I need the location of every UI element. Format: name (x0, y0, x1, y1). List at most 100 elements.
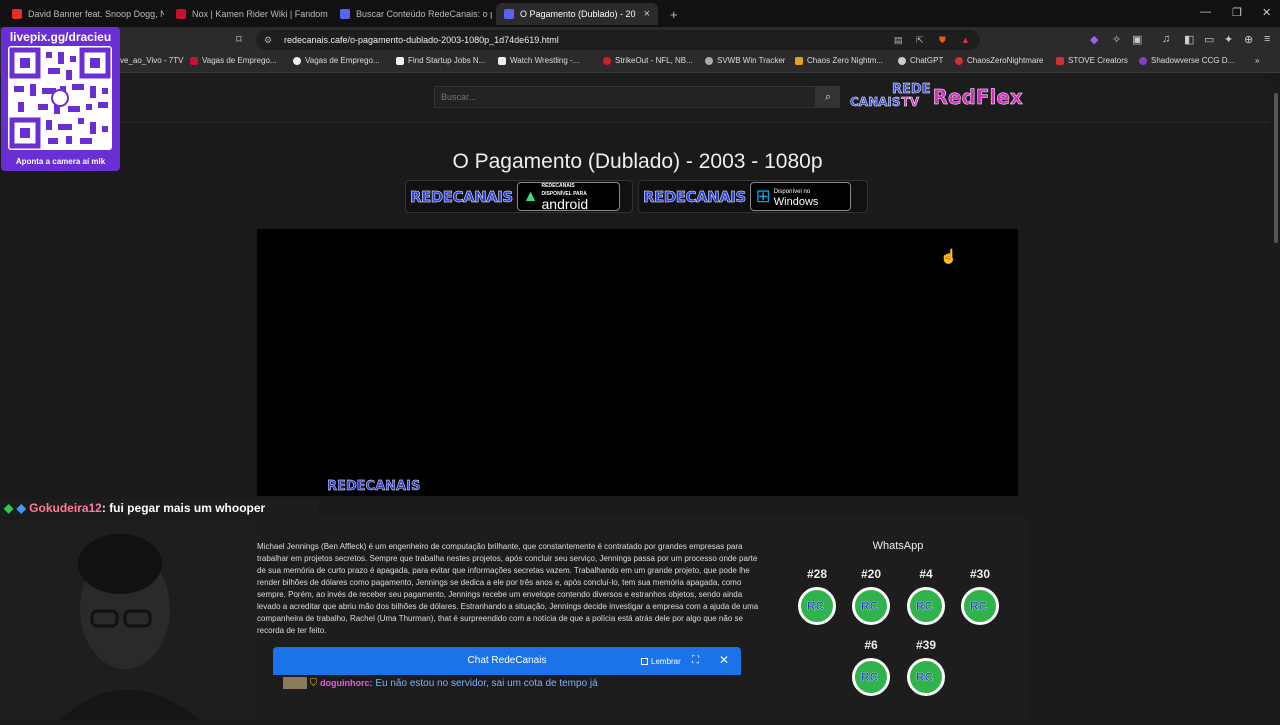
checkbox-icon (641, 658, 648, 665)
wa-icon-text: RC (861, 599, 879, 613)
whatsapp-group[interactable]: #28 RC (797, 567, 837, 625)
site-info-icon[interactable]: ⚙ (264, 30, 272, 50)
site-logo[interactable]: REDE CANAIS TV RedFlex (850, 83, 1023, 109)
bookmark-item[interactable]: ChaosZeroNightmare (955, 56, 1043, 65)
extensions-icon[interactable]: ✧ (1112, 33, 1121, 46)
bookmark-icon (396, 56, 404, 65)
plus-icon: + (670, 6, 678, 22)
close-chat-icon[interactable]: ✕ (719, 653, 729, 667)
bookmark-label: StrikeOut - NFL, NB... (615, 56, 693, 65)
bookmark-item[interactable]: ChatGPT (898, 56, 943, 65)
android-app-banner[interactable]: REDECANAIS ▲ REDECANAIS DISPONÍVEL PARA … (405, 180, 633, 213)
bookmark-label: Vagas de Emprego... (305, 56, 380, 65)
windows-small-text: Disponível no (773, 188, 811, 195)
bookmarks-overflow-icon[interactable]: » (1255, 56, 1259, 65)
bookmark-item[interactable]: Vagas de Emprego... (190, 56, 277, 65)
wa-icon-text: RC (807, 599, 825, 613)
split-view-icon[interactable]: ◧ (1184, 33, 1194, 46)
remember-label: Lembrar (651, 657, 681, 666)
close-window-icon[interactable]: ✕ (1262, 6, 1271, 19)
url-field[interactable]: ⚙ redecanais.cafe/o-pagamento-dublado-20… (256, 30, 980, 50)
page-scrollbar[interactable] (1272, 73, 1280, 720)
new-tab-button[interactable]: + (662, 3, 682, 25)
reader-mode-icon[interactable]: ▤ (894, 30, 903, 50)
wallet-icon[interactable]: ▭ (1204, 33, 1214, 46)
extension-icon[interactable]: ◆ (1090, 33, 1098, 46)
livepix-qr-overlay: livepix.gg/dracieu Aponta a camera aí ml… (1, 27, 120, 171)
vpn-icon[interactable]: ⊕ (1244, 33, 1253, 46)
bookmark-item[interactable]: SVWB Win Tracker (705, 56, 785, 65)
windows-app-banner[interactable]: REDECANAIS ⊞ Disponível no Windows (638, 180, 868, 213)
remember-checkbox[interactable]: Lembrar (641, 657, 681, 666)
bookmark-item[interactable]: Shadowverse CCG D... (1139, 56, 1234, 65)
windows-label: Windows (773, 195, 819, 208)
redecanais-icon (504, 9, 514, 19)
bookmark-item[interactable]: StrikeOut - NFL, NB... (603, 56, 693, 65)
badge-brand: REDECANAIS (643, 187, 747, 206)
close-tab-icon[interactable]: × (644, 8, 650, 20)
fandom-icon (176, 9, 186, 19)
expand-icon[interactable]: ⛶ (692, 655, 699, 666)
stream-chat-overlay: ◆ ◆ Gokudeira12: fui pegar mais um whoop… (0, 499, 318, 517)
qr-caption: Aponta a camera aí mlk (15, 157, 106, 166)
brave-rewards-icon[interactable]: ▲ (961, 30, 970, 50)
menu-icon[interactable]: ≡ (1264, 33, 1270, 45)
mouse-cursor-icon: ☝ (940, 248, 958, 264)
group-number: #30 (969, 567, 991, 581)
bookmark-item[interactable]: ve_ao_Vivo - 7TV (120, 56, 183, 65)
tab-youtube[interactable]: David Banner feat. Snoop Dogg, Nip (4, 3, 164, 25)
bookmark-icon (955, 56, 963, 65)
whatsapp-icon: RC (852, 587, 890, 625)
movie-description: Michael Jennings (Ben Affleck) é um enge… (257, 542, 759, 635)
bookmark-icon (795, 56, 803, 65)
bookmark-item[interactable]: Watch Wrestling -... (498, 56, 579, 65)
brave-shield-icon[interactable]: ⛊ (939, 30, 946, 50)
share-icon[interactable]: ⇱ (916, 30, 924, 50)
whatsapp-title: WhatsApp (872, 540, 924, 552)
android-label: android (541, 196, 589, 212)
bookmark-icon[interactable]: ⌑ (236, 33, 242, 46)
bookmark-label: Watch Wrestling -... (510, 56, 580, 65)
whatsapp-group[interactable]: #39 RC (906, 638, 946, 696)
search-button[interactable]: ⌕ (816, 86, 840, 108)
player-watermark: REDECANAIS (327, 479, 421, 494)
scrollbar-thumb[interactable] (1274, 93, 1278, 243)
chat-username: doguinhorc: (320, 678, 373, 688)
search-input[interactable]: Buscar... (434, 86, 816, 108)
bookmark-label: Find Startup Jobs N... (408, 56, 486, 65)
media-icon[interactable]: ♫ (1162, 33, 1170, 45)
leo-ai-icon[interactable]: ✦ (1224, 33, 1233, 46)
bookmark-label: ChatGPT (910, 56, 944, 65)
address-bar-row: ⌑ ⚙ redecanais.cafe/o-pagamento-dublado-… (0, 27, 1280, 53)
group-number: #39 (915, 638, 937, 652)
badge-icon: ◆ (4, 501, 14, 515)
bookmark-item[interactable]: Chaos Zero Nightm... (795, 56, 883, 65)
bookmark-item[interactable]: Vagas de Emprego... (293, 56, 380, 65)
whatsapp-group[interactable]: #30 RC (960, 567, 1000, 625)
bookmark-item[interactable]: STOVE Creators (1056, 56, 1128, 65)
chat-message: ⛉ doguinhorc: Eu não estou no servidor, … (273, 675, 741, 691)
search-placeholder: Buscar... (441, 92, 477, 102)
bookmarks-bar: ve_ao_Vivo - 7TV Vagas de Emprego... Vag… (0, 53, 1280, 73)
stream-chat-text: : fui pegar mais um whooper (101, 501, 266, 515)
tab-o-pagamento[interactable]: O Pagamento (Dublado) - 20 × (496, 3, 658, 25)
wa-icon-text: RC (916, 670, 934, 684)
qr-code (8, 46, 112, 150)
bookmark-label: Shadowverse CCG D... (1151, 56, 1235, 65)
sidebar-toggle-icon[interactable]: ▣ (1132, 33, 1142, 46)
search-icon: ⌕ (824, 91, 832, 103)
video-player[interactable]: REDECANAIS (257, 229, 1018, 496)
chat-widget-header[interactable]: Chat RedeCanais Lembrar ⛶ ✕ (273, 647, 741, 675)
whatsapp-group[interactable]: #20 RC (851, 567, 891, 625)
group-number: #4 (919, 567, 933, 581)
avatar (283, 677, 307, 690)
maximize-icon[interactable]: ❐ (1232, 6, 1242, 19)
tab-buscar-conteudo[interactable]: Buscar Conteúdo RedeCanais: o pag (332, 3, 492, 25)
whatsapp-group[interactable]: #4 RC (906, 567, 946, 625)
windows-icon: ⊞ (755, 186, 771, 206)
minimize-icon[interactable]: — (1200, 6, 1211, 18)
whatsapp-icon: RC (852, 658, 890, 696)
tab-kamen-rider-wiki[interactable]: Nox | Kamen Rider Wiki | Fandom (168, 3, 328, 25)
bookmark-item[interactable]: Find Startup Jobs N... (396, 56, 485, 65)
whatsapp-group[interactable]: #6 RC (851, 638, 891, 696)
